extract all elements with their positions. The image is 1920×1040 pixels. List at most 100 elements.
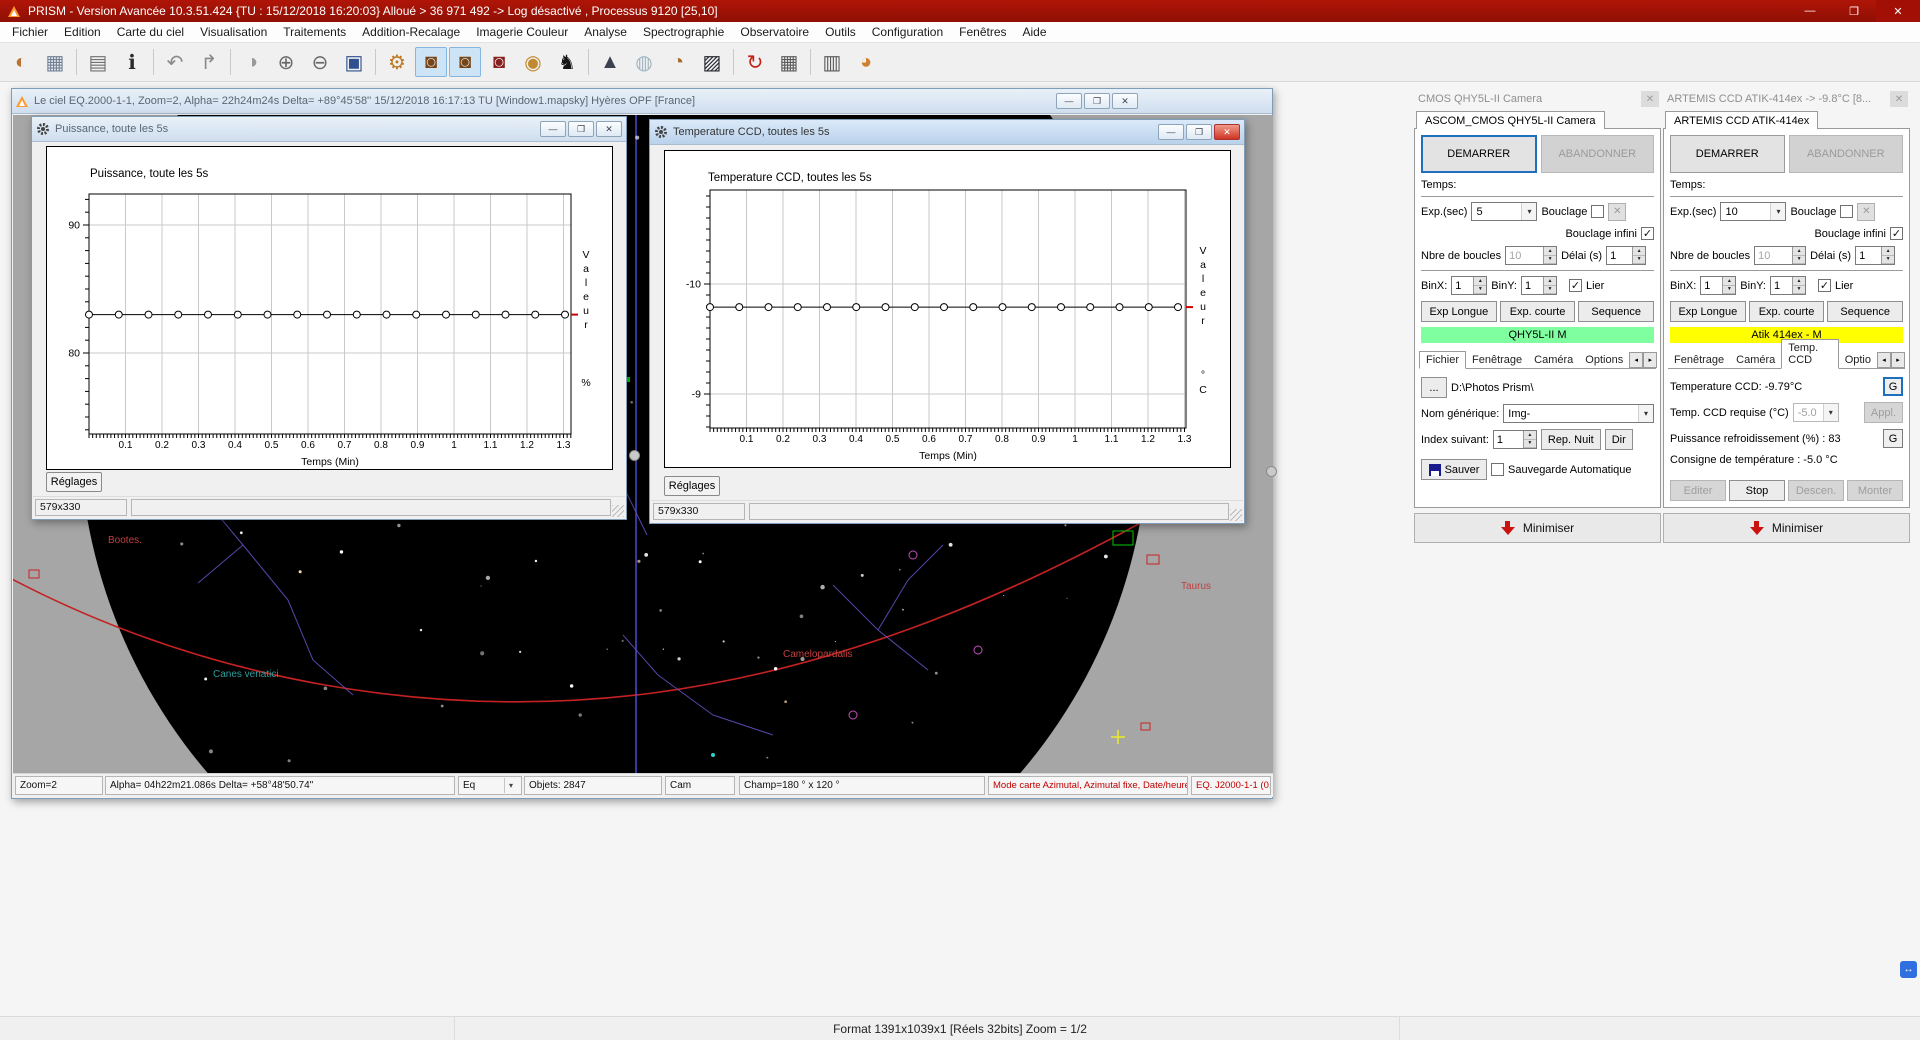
menu-item-imagerie-couleur[interactable]: Imagerie Couleur xyxy=(468,23,576,41)
monter-button[interactable]: Monter xyxy=(1847,480,1903,501)
grid-icon[interactable]: ▦ xyxy=(773,47,805,77)
menu-item-aide[interactable]: Aide xyxy=(1015,23,1055,41)
mountain-icon[interactable]: ▲ xyxy=(594,47,626,77)
remote-access-icon[interactable]: ↔ xyxy=(1900,961,1917,978)
sky-window-edge-knob[interactable] xyxy=(1266,466,1277,477)
menu-item-addition-recalage[interactable]: Addition-Recalage xyxy=(354,23,468,41)
graph-temperature-button[interactable]: G xyxy=(1883,377,1903,396)
qhy5l-exp-courte-button[interactable]: Exp. courte xyxy=(1500,301,1576,322)
tab-cam-ra[interactable]: Caméra xyxy=(1730,352,1781,368)
atik-lier-checkbox[interactable]: ✓ xyxy=(1818,279,1831,292)
image-display-icon[interactable]: ▣ xyxy=(338,47,370,77)
atik-exp-longue-button[interactable]: Exp Longue xyxy=(1670,301,1746,322)
temperature-window-titlebar[interactable]: Temperature CCD, toutes les 5s — ❐ ✕ xyxy=(650,120,1244,145)
sky-maximize-button[interactable]: ❐ xyxy=(1084,93,1110,109)
atik-exposure-select[interactable]: 10▾ xyxy=(1720,202,1786,221)
qhy5l-exposure-select[interactable]: 5▾ xyxy=(1471,202,1537,221)
rep-nuit-button[interactable]: Rep. Nuit xyxy=(1541,429,1601,450)
tab-fichier[interactable]: Fichier xyxy=(1419,351,1466,369)
autosave-checkbox[interactable] xyxy=(1491,463,1504,476)
atik-delai-stepper[interactable]: 1▲▼ xyxy=(1855,246,1895,265)
tab-cam-ra[interactable]: Caméra xyxy=(1528,352,1579,368)
qhy5l-minimiser-button[interactable]: Minimiser xyxy=(1414,513,1661,543)
open-image-icon[interactable]: ◐ xyxy=(5,47,37,77)
nom-generique-select[interactable]: Img-▾ xyxy=(1503,404,1654,423)
menu-item-traitements[interactable]: Traitements xyxy=(275,23,354,41)
menu-item-fen-tres[interactable]: Fenêtres xyxy=(951,23,1014,41)
atik-minimiser-button[interactable]: Minimiser xyxy=(1663,513,1910,543)
chart-window-edge-knob[interactable] xyxy=(629,450,640,461)
power-minimize-button[interactable]: — xyxy=(540,121,566,137)
qhy5l-device-tab[interactable]: ASCOM_CMOS QHY5L-II Camera xyxy=(1416,111,1605,129)
camera-ccd-2-icon[interactable]: ◙ xyxy=(449,47,481,77)
power-reglages-button[interactable]: Réglages xyxy=(46,472,102,492)
grayscale-sphere-icon[interactable]: ◑ xyxy=(236,47,268,77)
menu-item-fichier[interactable]: Fichier xyxy=(4,23,56,41)
tab-optio[interactable]: Optio xyxy=(1839,352,1877,368)
qhy5l-stop-loop-button[interactable]: ✕ xyxy=(1608,203,1626,221)
dir-button[interactable]: Dir xyxy=(1605,429,1633,450)
maximize-button[interactable]: ❐ xyxy=(1832,0,1876,22)
tab-options[interactable]: Options xyxy=(1579,352,1629,368)
atik-demarrer-button[interactable]: DEMARRER xyxy=(1670,135,1785,173)
menu-item-spectrographie[interactable]: Spectrographie xyxy=(635,23,732,41)
power-close-button[interactable]: ✕ xyxy=(596,121,622,137)
close-button[interactable]: ✕ xyxy=(1876,0,1920,22)
zoom-in-icon[interactable]: ⊕ xyxy=(270,47,302,77)
redo-arrow-icon[interactable]: ↱ xyxy=(193,47,225,77)
undo-arrow-icon[interactable]: ↶ xyxy=(159,47,191,77)
qhy5l-nbre-boucles-stepper[interactable]: 10 ▲▼ xyxy=(1505,246,1557,265)
atik-close-icon[interactable]: ✕ xyxy=(1890,91,1908,107)
atik-bouclage-checkbox[interactable] xyxy=(1840,205,1853,218)
resize-grip[interactable] xyxy=(1230,509,1242,521)
power-maximize-button[interactable]: ❐ xyxy=(568,121,594,137)
menu-item-carte-du-ciel[interactable]: Carte du ciel xyxy=(109,23,192,41)
qhy5l-bouclage-checkbox[interactable] xyxy=(1591,205,1604,218)
camera-ccd-icon[interactable]: ◙ xyxy=(415,47,447,77)
menu-item-edition[interactable]: Edition xyxy=(56,23,109,41)
star-globe-icon[interactable]: ◍ xyxy=(628,47,660,77)
tab-fen-trage[interactable]: Fenêtrage xyxy=(1668,352,1730,368)
night-image-icon[interactable]: ▨ xyxy=(696,47,728,77)
atik-sequence-button[interactable]: Sequence xyxy=(1827,301,1903,322)
minimize-button[interactable]: — xyxy=(1788,0,1832,22)
atik-exp-courte-button[interactable]: Exp. courte xyxy=(1749,301,1825,322)
qhy5l-bouclage-infini-checkbox[interactable]: ✓ xyxy=(1641,227,1654,240)
atik-panel-header[interactable]: ARTEMIS CCD ATIK-414ex -> -9.8°C [8... ✕ xyxy=(1663,88,1910,110)
tab-scroll-right-icon[interactable]: ▸ xyxy=(1891,352,1905,368)
temp-requise-select[interactable]: -5.0▾ xyxy=(1793,403,1839,422)
grid-small-icon[interactable]: ▥ xyxy=(816,47,848,77)
qhy5l-panel-header[interactable]: CMOS QHY5L-II Camera ✕ xyxy=(1414,88,1661,110)
sky-window-titlebar[interactable]: Le ciel EQ.2000-1-1, Zoom=2, Alpha= 22h2… xyxy=(12,89,1272,114)
save-icon[interactable]: ▦ xyxy=(39,47,71,77)
sky-minimize-button[interactable]: — xyxy=(1056,93,1082,109)
qhy5l-delai-stepper[interactable]: 1 ▲▼ xyxy=(1606,246,1646,265)
temperature-maximize-button[interactable]: ❐ xyxy=(1186,124,1212,140)
atik-stop-loop-button[interactable]: ✕ xyxy=(1857,203,1875,221)
tab-scroll-left-icon[interactable]: ◂ xyxy=(1629,352,1643,368)
power-window-titlebar[interactable]: Puissance, toute les 5s — ❐ ✕ xyxy=(32,117,626,142)
lens-barrel-icon[interactable]: ◉ xyxy=(517,47,549,77)
temperature-reglages-button[interactable]: Réglages xyxy=(664,476,720,496)
editer-button[interactable]: Editer xyxy=(1670,480,1726,501)
menu-item-configuration[interactable]: Configuration xyxy=(864,23,951,41)
browse-button[interactable]: ... xyxy=(1421,377,1447,398)
hand-gears-icon[interactable]: ⚙ xyxy=(381,47,413,77)
print-setup-icon[interactable]: ▤ xyxy=(82,47,114,77)
qhy5l-demarrer-button[interactable]: DEMARRER xyxy=(1421,135,1537,173)
atik-binx-stepper[interactable]: 1▲▼ xyxy=(1700,276,1736,295)
menu-item-outils[interactable]: Outils xyxy=(817,23,864,41)
atik-biny-stepper[interactable]: 1▲▼ xyxy=(1770,276,1806,295)
zoom-out-icon[interactable]: ⊖ xyxy=(304,47,336,77)
qhy5l-close-icon[interactable]: ✕ xyxy=(1641,91,1659,107)
appliquer-button[interactable]: Appl. xyxy=(1864,402,1903,423)
index-suivant-stepper[interactable]: 1▲▼ xyxy=(1493,430,1537,449)
sauver-button[interactable]: Sauver xyxy=(1421,459,1487,480)
tab-scroll-left-icon[interactable]: ◂ xyxy=(1877,352,1891,368)
resize-grip[interactable] xyxy=(612,505,624,517)
qhy5l-abandonner-button[interactable]: ABANDONNER xyxy=(1541,135,1655,173)
atik-abandonner-button[interactable]: ABANDONNER xyxy=(1789,135,1904,173)
observatory-icon[interactable]: ◕ xyxy=(850,47,882,77)
menu-item-visualisation[interactable]: Visualisation xyxy=(192,23,275,41)
temperature-minimize-button[interactable]: — xyxy=(1158,124,1184,140)
